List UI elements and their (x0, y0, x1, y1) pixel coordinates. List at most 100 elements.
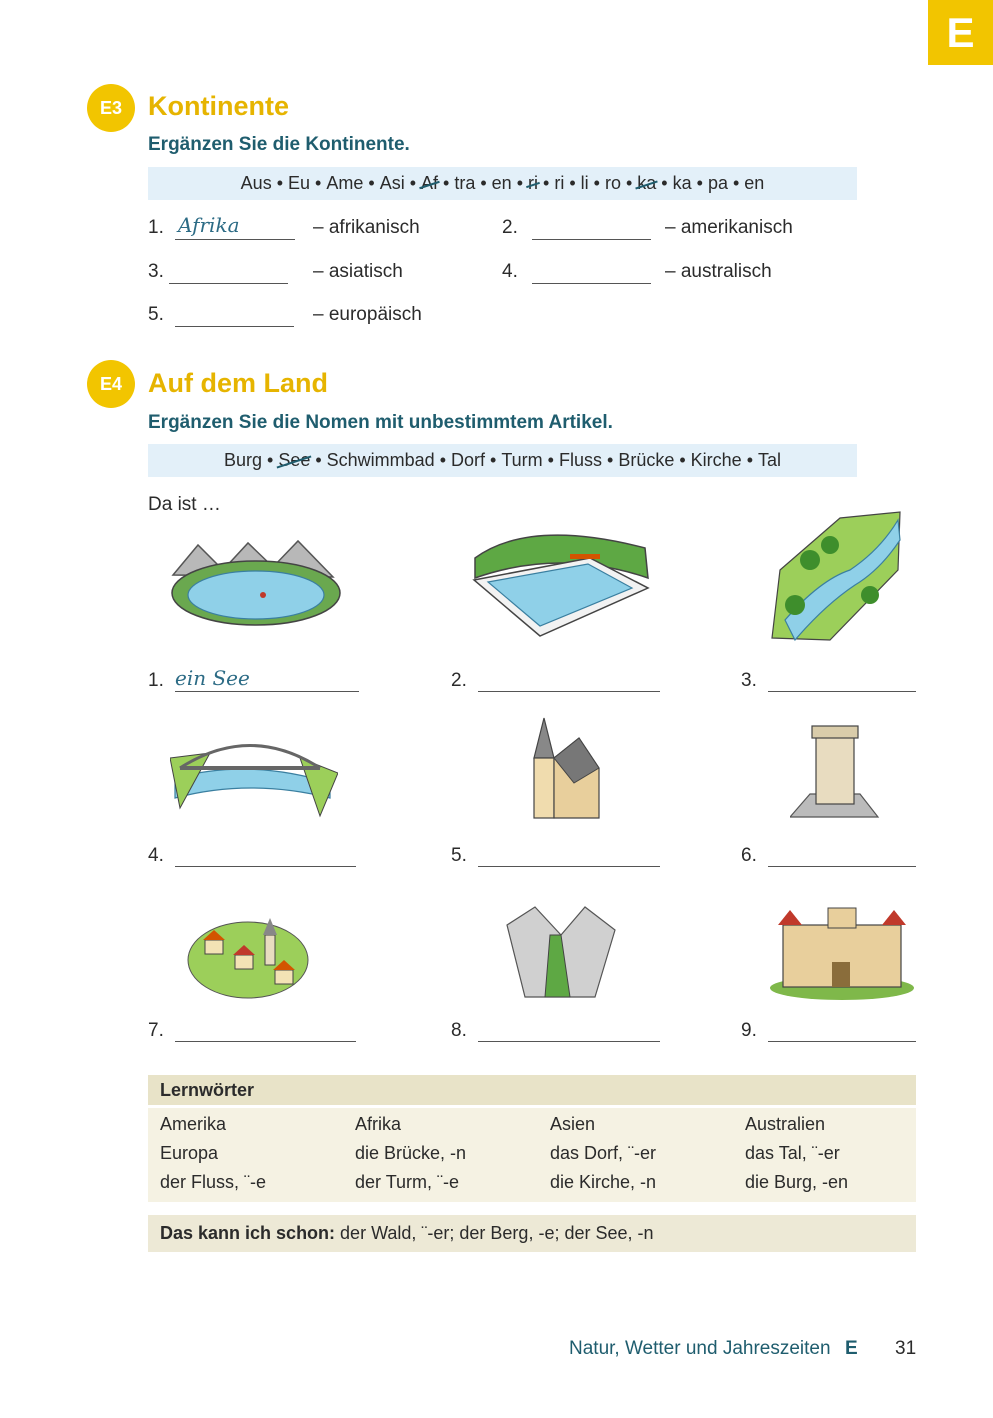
bullet-separator: • (741, 450, 758, 470)
bullet-separator: • (404, 173, 422, 193)
church-illustration (533, 717, 600, 819)
answer-text: Afrika (178, 213, 240, 237)
word-box: Burg • See • Schwimmbad • Dorf • Turm • … (148, 444, 857, 477)
vocab-item: die Burg, -en (745, 1172, 849, 1192)
bullet-separator: • (438, 173, 455, 193)
exercise-badge-e4: E4 (87, 360, 135, 408)
bullet-separator: • (564, 173, 581, 193)
adjective-label: – australisch (665, 261, 772, 282)
item-number: 3. (148, 261, 164, 282)
lernwoerter-box: Amerika Afrika Asien Australien Europa d… (148, 1108, 916, 1202)
item-number: 9. (741, 1020, 757, 1041)
bullet-separator: • (310, 450, 327, 470)
word: Asi (379, 173, 405, 193)
answer-field-4[interactable] (532, 259, 651, 284)
answer-field-e4-2[interactable] (478, 667, 660, 692)
vocab-item: der Fluss, ¨-e (160, 1172, 267, 1192)
item-number: 8. (451, 1020, 467, 1041)
instruction-e4: Ergänzen Sie die Nomen mit unbestimmtem … (148, 412, 613, 433)
word: Aus (240, 173, 272, 193)
exercise-title-e3: Kontinente (148, 91, 289, 121)
answer-field-e4-5[interactable] (478, 842, 660, 867)
bullet-separator: • (602, 450, 619, 470)
word: ro (604, 173, 621, 193)
bullet-separator: • (620, 173, 638, 193)
word: Burg (223, 450, 262, 470)
item-number: 5. (451, 845, 467, 866)
item-number: 6. (741, 845, 757, 866)
item-number: 1. (148, 670, 164, 691)
answer-field-e4-7[interactable] (175, 1017, 356, 1042)
item-number: 5. (148, 304, 164, 325)
castle-illustration (770, 907, 914, 1000)
vocab-item: Amerika (160, 1114, 227, 1134)
struck-word: ri (528, 173, 539, 193)
bullet-separator: • (588, 173, 605, 193)
bullet-separator: • (262, 450, 279, 470)
word: Eu (288, 173, 311, 193)
word: Ame (326, 173, 364, 193)
answer-field-5[interactable] (175, 302, 294, 327)
word: en (491, 173, 512, 193)
bullet-separator: • (674, 450, 691, 470)
word: Brücke (618, 450, 675, 470)
answer-field-e4-9[interactable] (768, 1017, 916, 1042)
vocab-item: der Turm, ¨-e (355, 1172, 460, 1192)
footer-letter: E (845, 1338, 858, 1359)
vocab-item: die Brücke, -n (355, 1143, 467, 1163)
bullet-separator: • (511, 173, 529, 193)
bridge-illustration (170, 744, 338, 818)
word: en (744, 173, 765, 193)
vocab-item: Asien (550, 1114, 596, 1134)
intro-text: Da ist … (148, 494, 221, 515)
lernwoerter-title: Lernwörter (148, 1075, 916, 1105)
bullet-separator: • (691, 173, 708, 193)
item-number: 1. (148, 217, 164, 238)
bullet-separator: • (542, 450, 559, 470)
word: Kirche (690, 450, 742, 470)
bullet-separator: • (475, 173, 492, 193)
tower-illustration (790, 725, 880, 818)
bullet-separator: • (310, 173, 327, 193)
vocab-item: die Kirche, -n (550, 1172, 657, 1192)
adjective-label: – asiatisch (313, 261, 403, 282)
item-number: 4. (502, 261, 518, 282)
answer-field-e4-8[interactable] (478, 1017, 660, 1042)
bullet-separator: • (271, 173, 289, 193)
kann-text: der Wald, ¨-er; der Berg, -e; der See, -… (335, 1223, 654, 1243)
word: Schwimmbad (326, 450, 435, 470)
vocab-item: Afrika (355, 1114, 402, 1134)
valley-illustration (506, 906, 616, 998)
page-number: 31 (895, 1338, 917, 1359)
word: tra (454, 173, 476, 193)
answer-field-e4-3[interactable] (768, 667, 916, 692)
lernwoerter-grid: Amerika Afrika Asien Australien Europa d… (160, 1114, 915, 1201)
struck-word: Af (421, 173, 439, 193)
adjective-label: – afrikanisch (313, 217, 420, 238)
item-number: 2. (502, 217, 518, 238)
bullet-separator: • (656, 173, 673, 193)
struck-word: See (278, 450, 311, 470)
answer-field-2[interactable] (532, 215, 651, 240)
bullet-separator: • (727, 173, 745, 193)
answer-field-e4-4[interactable] (175, 842, 356, 867)
bullet-separator: • (538, 173, 555, 193)
answer-field-e4-6[interactable] (768, 842, 916, 867)
answer-text: ein See (175, 666, 250, 690)
vocab-item: das Tal, ¨-er (745, 1143, 840, 1163)
adjective-label: – europäisch (313, 304, 422, 325)
exercise-title-e4: Auf dem Land (148, 368, 328, 398)
item-number: 2. (451, 670, 467, 691)
vocab-item: Australien (745, 1114, 826, 1134)
answer-field-e4-1[interactable]: ein See (175, 666, 359, 692)
answer-field-3[interactable] (169, 259, 288, 284)
word: Turm (501, 450, 543, 470)
exercise-badge-e3: E3 (87, 84, 135, 132)
lake-illustration (171, 539, 341, 626)
vocab-item: Europa (160, 1143, 219, 1163)
word: Tal (758, 450, 782, 470)
vocab-item: das Dorf, ¨-er (550, 1143, 657, 1163)
word: Fluss (558, 450, 602, 470)
struck-word: ka (637, 173, 657, 193)
answer-field-1[interactable]: Afrika (175, 213, 295, 240)
